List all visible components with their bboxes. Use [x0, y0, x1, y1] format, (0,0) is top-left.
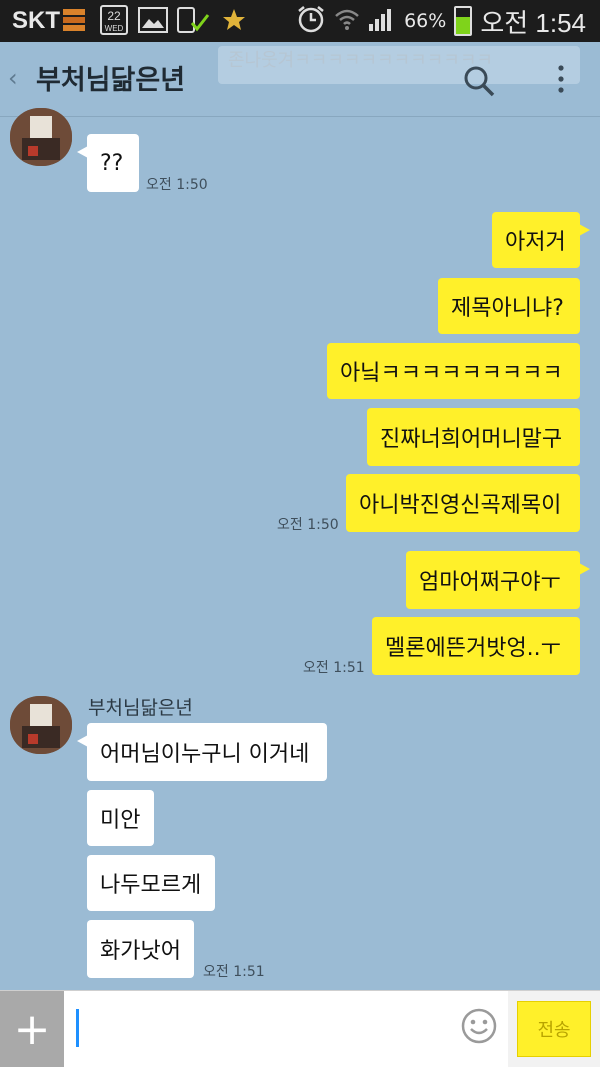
more-vert-icon[interactable]: [556, 64, 566, 98]
timestamp: 오전 1:51: [303, 660, 365, 676]
status-bar: SKT 22 WED 66% 오전 1:54: [0, 0, 600, 42]
avatar[interactable]: [10, 696, 72, 754]
calendar-weekday: WED: [105, 24, 124, 33]
star-icon: [221, 7, 247, 37]
message-text: 진짜너희어머니말구: [380, 427, 563, 452]
message-bubble[interactable]: 나두모르게: [87, 855, 215, 911]
message-text: 엄마어쩌구야ㅜ: [419, 570, 561, 595]
battery-icon: [454, 6, 473, 36]
storage-icon: [62, 7, 86, 37]
smiley-icon[interactable]: [460, 1007, 498, 1049]
notification-preview: 존나웃겨ㅋㅋㅋㅋㅋㅋㅋㅋㅋㅋㅋㅋ: [218, 46, 580, 84]
message-text: ??: [100, 150, 124, 176]
send-button[interactable]: 전송: [517, 1001, 591, 1057]
message-text: 멜론에뜬거밧엉..ㅜ: [385, 636, 561, 661]
chat-header: 존나웃겨ㅋㅋㅋㅋㅋㅋㅋㅋㅋㅋㅋㅋ ‹ 부처님닮은년: [0, 42, 600, 117]
message-text: 화가낫어: [100, 939, 181, 964]
avatar[interactable]: [10, 108, 72, 166]
message-bubble-outgoing[interactable]: 아니박진영신곡제목이: [346, 474, 580, 532]
message-text: 제목아니냐?: [451, 296, 564, 321]
message-bubble-outgoing[interactable]: 엄마어쩌구야ㅜ: [406, 551, 590, 609]
message-text: 아저거: [505, 230, 566, 255]
signal-icon: [368, 6, 396, 36]
sender-name: 부처님닮은년: [88, 697, 193, 719]
back-icon[interactable]: ‹: [8, 64, 18, 92]
message-text: 아니박진영신곡제목이: [359, 493, 562, 518]
message-bubble[interactable]: 미안: [87, 790, 154, 846]
wifi-icon: [334, 5, 360, 37]
calendar-icon: 22 WED: [100, 5, 128, 39]
message-bubble[interactable]: 화가낫어: [87, 920, 194, 978]
notification-preview-text: 존나웃겨ㅋㅋㅋㅋㅋㅋㅋㅋㅋㅋㅋㅋ: [228, 50, 493, 71]
message-bubble-outgoing[interactable]: 아저거: [492, 212, 590, 268]
message-text: 아닠ㅋㅋㅋㅋㅋㅋㅋㅋㅋ: [340, 361, 563, 386]
calendar-day: 22: [107, 9, 121, 23]
message-text: 어머님이누구니 이거네: [100, 742, 310, 767]
search-icon[interactable]: [462, 64, 496, 102]
message-text: 나두모르게: [100, 873, 202, 898]
message-bubble-outgoing[interactable]: 제목아니냐?: [438, 278, 580, 334]
message-bubble-outgoing[interactable]: 멜론에뜬거밧엉..ㅜ: [372, 617, 580, 675]
screenshot-check-icon: [176, 7, 210, 39]
attach-plus-button[interactable]: +: [0, 991, 64, 1067]
message-input[interactable]: [64, 991, 508, 1067]
message-text: 미안: [100, 808, 141, 833]
timestamp: 오전 1:50: [146, 177, 208, 193]
message-bubble-outgoing[interactable]: 진짜너희어머니말구: [367, 408, 580, 466]
gallery-icon: [138, 7, 168, 37]
message-bubble-outgoing[interactable]: 아닠ㅋㅋㅋㅋㅋㅋㅋㅋㅋ: [327, 343, 580, 399]
plus-icon: +: [13, 1003, 51, 1055]
battery-percent: 66%: [404, 10, 447, 32]
alarm-icon: [296, 4, 326, 38]
timestamp: 오전 1:50: [277, 517, 339, 533]
clock: 오전 1:54: [480, 7, 586, 38]
send-label: 전송: [537, 1020, 571, 1041]
message-bubble[interactable]: 어머님이누구니 이거네: [77, 723, 327, 781]
text-caret: [76, 1009, 79, 1047]
chat-title: 부처님닮은년: [36, 65, 186, 96]
input-bar: + 전송: [0, 990, 600, 1067]
message-bubble[interactable]: ??: [77, 134, 139, 192]
carrier-label: SKT: [12, 7, 60, 34]
timestamp: 오전 1:51: [203, 964, 265, 980]
